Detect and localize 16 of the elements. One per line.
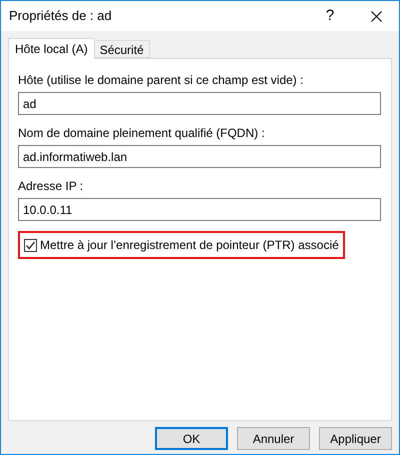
field-label: Adresse IP : [18, 178, 84, 195]
dialog-button[interactable]: OK [155, 427, 228, 450]
input-field[interactable]: ad.informatiweb.lan [18, 145, 381, 168]
tab[interactable]: Sécurité [94, 40, 150, 58]
dialog-button[interactable]: Appliquer [319, 427, 392, 450]
dialog-button[interactable]: Annuler [237, 427, 310, 450]
close-icon [370, 10, 382, 22]
input-field[interactable]: 10.0.0.11 [18, 198, 381, 221]
help-button[interactable]: ? [307, 1, 353, 31]
field-label: Hôte (utilise le domaine parent si ce champ est vide) : [18, 72, 304, 89]
input-field[interactable]: ad [18, 92, 381, 115]
checkbox-label: Mettre à jour l’enregistrement de pointeur (PTR) associé [40, 237, 339, 254]
window-title: Propriétés de : ad [9, 7, 113, 26]
checkbox[interactable] [24, 238, 37, 252]
field-label: Nom de domaine pleinement qualifié (FQDN) : [18, 125, 266, 142]
tab[interactable]: Hôte local (A) [8, 38, 95, 59]
